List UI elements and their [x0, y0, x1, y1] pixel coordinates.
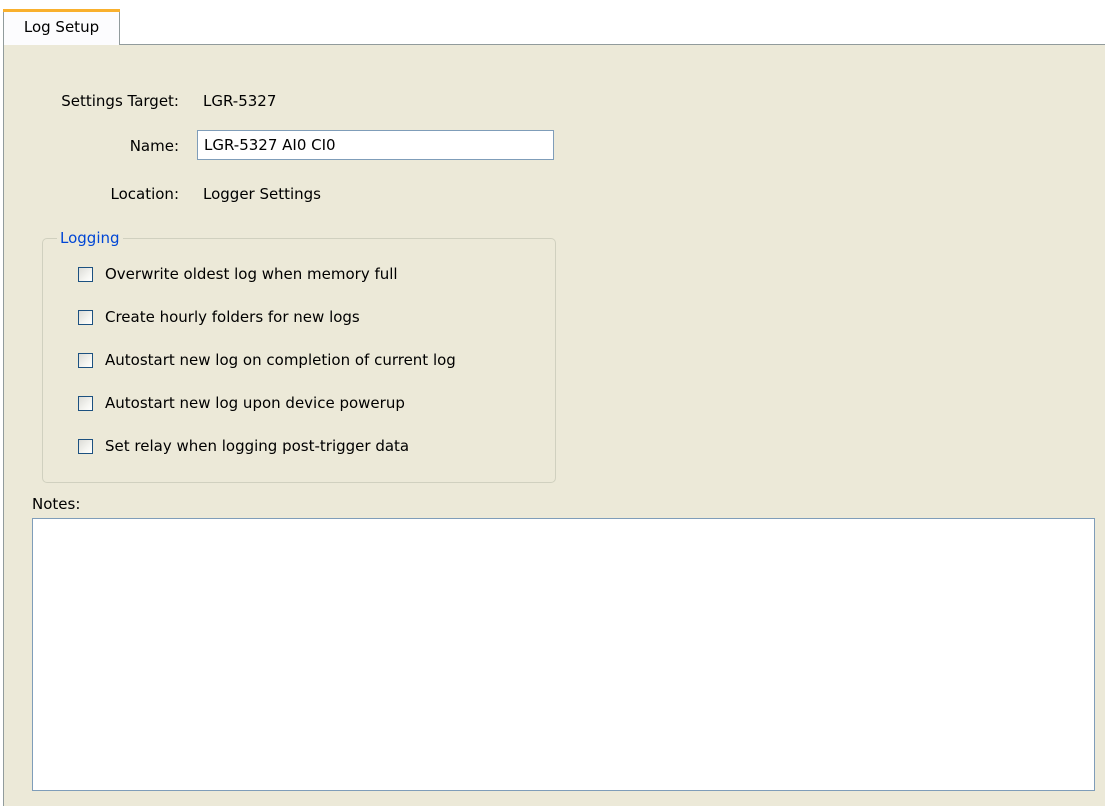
- autostart-on-completion-option[interactable]: Autostart new log on completion of curre…: [78, 349, 456, 371]
- overwrite-oldest-log-label[interactable]: Overwrite oldest log when memory full: [105, 265, 398, 283]
- tab-log-setup-label: Log Setup: [23, 18, 100, 36]
- settings-target-label: Settings Target:: [61, 92, 179, 110]
- autostart-on-completion-label[interactable]: Autostart new log on completion of curre…: [105, 351, 456, 369]
- autostart-on-powerup-checkbox[interactable]: [78, 395, 93, 411]
- hourly-folders-checkbox[interactable]: [78, 309, 93, 325]
- name-label: Name:: [129, 137, 179, 155]
- hourly-folders-option[interactable]: Create hourly folders for new logs: [78, 306, 360, 328]
- set-relay-checkbox[interactable]: [78, 438, 93, 454]
- autostart-on-completion-checkbox[interactable]: [78, 352, 93, 368]
- log-setup-window: Log Setup Settings Target: LGR-5327 Name…: [0, 0, 1105, 806]
- logging-groupbox: Logging Overwrite oldest log when memory…: [42, 228, 556, 483]
- overwrite-oldest-log-checkbox[interactable]: [78, 266, 93, 282]
- log-setup-panel: Settings Target: LGR-5327 Name: Location…: [3, 44, 1105, 806]
- set-relay-label[interactable]: Set relay when logging post-trigger data: [105, 437, 409, 455]
- tab-log-setup[interactable]: Log Setup: [3, 9, 120, 45]
- overwrite-oldest-log-option[interactable]: Overwrite oldest log when memory full: [78, 263, 398, 285]
- notes-label: Notes:: [32, 495, 81, 513]
- logging-group-title: Logging: [57, 228, 123, 248]
- notes-textarea[interactable]: [32, 518, 1095, 791]
- location-value: Logger Settings: [203, 185, 322, 203]
- location-label: Location:: [110, 185, 180, 203]
- name-input[interactable]: [197, 130, 554, 160]
- hourly-folders-label[interactable]: Create hourly folders for new logs: [105, 308, 360, 326]
- set-relay-option[interactable]: Set relay when logging post-trigger data: [78, 435, 409, 457]
- settings-target-value: LGR-5327: [203, 92, 277, 110]
- tab-active-highlight: [3, 9, 120, 12]
- autostart-on-powerup-option[interactable]: Autostart new log upon device powerup: [78, 392, 405, 414]
- autostart-on-powerup-label[interactable]: Autostart new log upon device powerup: [105, 394, 405, 412]
